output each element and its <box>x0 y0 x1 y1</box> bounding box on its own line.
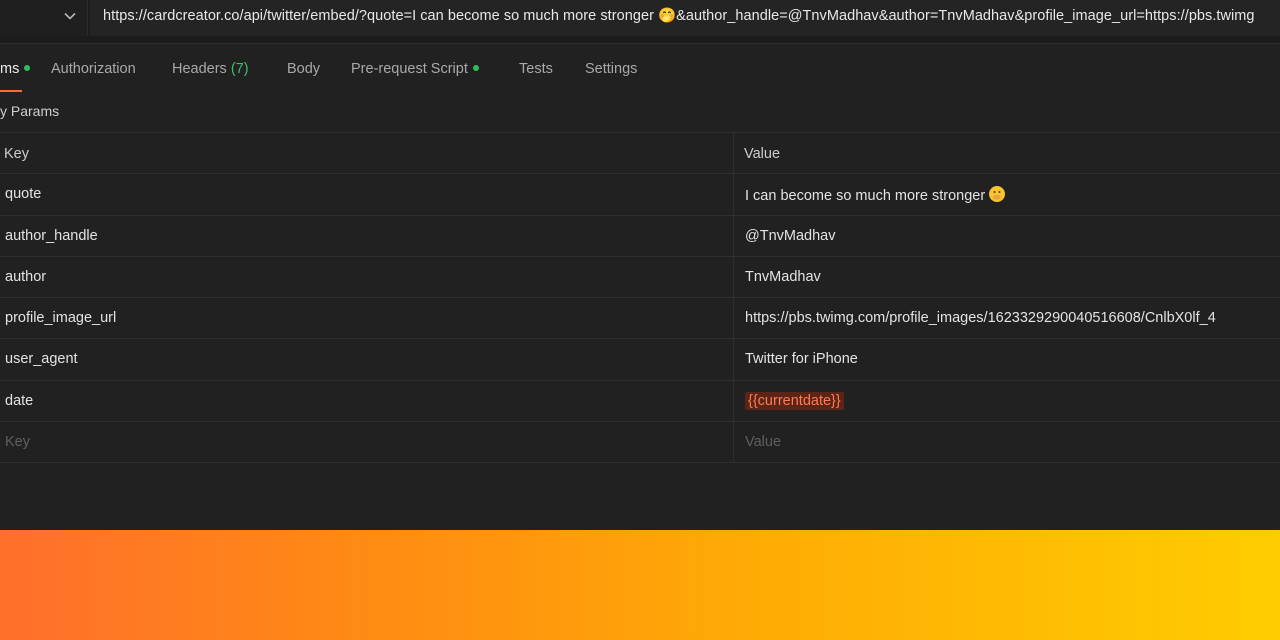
tab-label: Settings <box>585 61 638 77</box>
table-row[interactable]: profile_image_url https://pbs.twimg.com/… <box>0 298 1280 340</box>
request-url-bar: https://cardcreator.co/api/twitter/embed… <box>0 0 1280 44</box>
params-table: Key Value quote I can become so much mor… <box>0 132 1280 464</box>
tab-label: Headers <box>172 61 227 77</box>
tab-label: Pre-request Script <box>351 61 468 77</box>
tab-tests[interactable]: Tests <box>519 61 553 77</box>
param-value[interactable]: @TnvMadhav <box>745 228 835 244</box>
tab-authorization[interactable]: Authorization <box>51 61 136 77</box>
table-row[interactable]: author TnvMadhav <box>0 257 1280 299</box>
headers-count: (7) <box>230 61 249 77</box>
param-value[interactable]: I can become so much more stronger <box>745 186 1006 205</box>
params-dot-icon <box>24 65 31 72</box>
tab-label: ms <box>0 61 20 77</box>
param-value[interactable]: TnvMadhav <box>745 269 821 285</box>
query-params-heading: y Params <box>0 103 60 119</box>
param-key[interactable]: user_agent <box>5 351 78 367</box>
environment-variable-chip[interactable]: {{currentdate}} <box>745 391 844 410</box>
param-value-text: I can become so much more stronger <box>745 188 986 205</box>
new-param-row[interactable]: Key Value <box>0 422 1280 464</box>
tab-body[interactable]: Body <box>287 61 320 77</box>
script-dot-icon <box>472 65 479 72</box>
face-with-hand-over-mouth-icon <box>989 186 1006 203</box>
table-header: Key Value <box>0 133 1280 175</box>
new-value-input[interactable]: Value <box>745 434 781 450</box>
tab-settings[interactable]: Settings <box>585 61 637 77</box>
value-column-header: Value <box>744 146 781 162</box>
chevron-down-icon[interactable] <box>62 8 78 24</box>
param-key[interactable]: author <box>5 269 46 285</box>
new-key-input[interactable]: Key <box>5 434 30 450</box>
request-tabs: ms Authorization Headers (7) Body Pre-re… <box>0 44 1280 94</box>
param-key[interactable]: profile_image_url <box>5 310 116 326</box>
tab-pre-request-script[interactable]: Pre-request Script <box>351 61 479 77</box>
table-row[interactable]: date {{currentdate}} <box>0 381 1280 423</box>
param-key[interactable]: quote <box>5 186 41 202</box>
tab-headers[interactable]: Headers (7) <box>172 61 249 77</box>
table-row[interactable]: quote I can become so much more stronger <box>0 174 1280 216</box>
param-value[interactable]: Twitter for iPhone <box>745 351 858 367</box>
active-tab-indicator <box>0 90 22 92</box>
param-value[interactable]: https://pbs.twimg.com/profile_images/162… <box>745 310 1216 326</box>
param-key[interactable]: author_handle <box>5 228 98 244</box>
table-row[interactable]: author_handle @TnvMadhav <box>0 216 1280 257</box>
param-value[interactable]: {{currentdate}} <box>745 391 844 410</box>
tab-label: Tests <box>519 61 553 77</box>
table-row[interactable]: user_agent Twitter for iPhone <box>0 339 1280 381</box>
tab-label: Body <box>287 61 321 77</box>
param-key[interactable]: date <box>5 393 33 409</box>
url-input[interactable]: https://cardcreator.co/api/twitter/embed… <box>90 0 1280 36</box>
key-column-header: Key <box>4 146 29 162</box>
method-select[interactable] <box>0 0 88 36</box>
tab-params[interactable]: ms <box>0 61 31 77</box>
tab-label: Authorization <box>51 61 136 77</box>
gradient-background-band <box>0 530 1280 640</box>
